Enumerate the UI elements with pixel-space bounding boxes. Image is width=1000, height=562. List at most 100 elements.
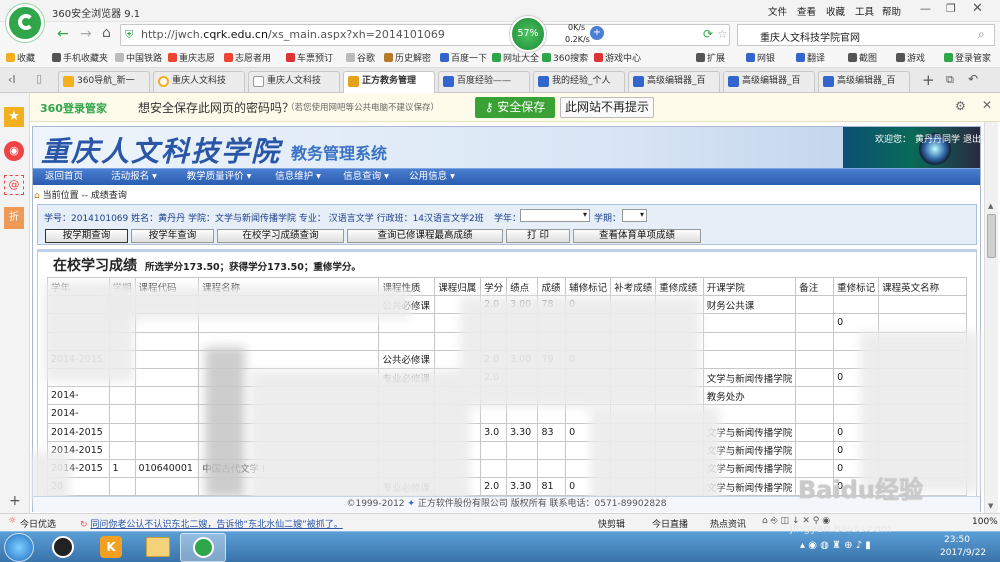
star-icon[interactable]: ☆ bbox=[717, 27, 728, 41]
pe-grades-button[interactable]: 查看体育单项成绩 bbox=[573, 229, 701, 243]
fav-bank[interactable]: 网银 bbox=[746, 51, 775, 64]
fav-item[interactable]: 收藏 bbox=[6, 51, 35, 64]
tab-icon bbox=[348, 76, 359, 87]
forward-icon[interactable]: → bbox=[80, 26, 92, 42]
fav-login-manager[interactable]: 登录管家 bbox=[944, 51, 991, 64]
tab-2[interactable]: 重庆人文科技 bbox=[153, 71, 245, 92]
zoom-level[interactable]: 100% bbox=[972, 517, 998, 527]
query-by-year-button[interactable]: 按学年查询 bbox=[131, 229, 214, 243]
tab-4-active[interactable]: 正方教务管理 bbox=[343, 71, 435, 94]
new-tab-icon[interactable]: + bbox=[922, 71, 935, 89]
settings-gear-icon[interactable]: ⚙ bbox=[955, 99, 966, 113]
tab-5[interactable]: 百度经验—— bbox=[438, 71, 530, 92]
sidebar-add-icon[interactable]: + bbox=[9, 493, 21, 509]
tab-3[interactable]: 重庆人文科技 bbox=[248, 71, 340, 92]
fav-extension[interactable]: 扩展 bbox=[696, 51, 725, 64]
tray-icons[interactable]: ▴ ◉ ◍ ♜ ⊕ ♪ ▮ bbox=[800, 540, 871, 551]
maximize-button[interactable]: ❐ bbox=[946, 2, 956, 15]
refresh-icon[interactable]: ⟳ bbox=[703, 27, 713, 41]
table-cell bbox=[795, 295, 835, 315]
page-scrollbar[interactable]: ▲ ▼ bbox=[984, 122, 998, 514]
discount-icon[interactable]: 折 bbox=[4, 207, 24, 229]
weibo-icon[interactable]: ◉ bbox=[4, 141, 24, 161]
app-k-icon[interactable]: K bbox=[100, 536, 122, 558]
table-cell bbox=[537, 440, 567, 460]
menu-favorites[interactable]: 收藏 bbox=[826, 4, 845, 18]
tab-8[interactable]: 高级编辑器_百 bbox=[723, 71, 815, 92]
fav-item[interactable]: 历史解密 bbox=[384, 51, 431, 64]
daily-picks-label[interactable]: 今日优选 bbox=[20, 517, 56, 530]
never-remind-button[interactable]: 此网站不再提示 bbox=[560, 97, 654, 118]
fav-translate[interactable]: 翻译 bbox=[796, 51, 825, 64]
restore-tab-icon[interactable]: ⧉ bbox=[946, 73, 954, 87]
fav-item[interactable]: 360搜索 bbox=[542, 51, 588, 64]
quick-clip[interactable]: 快剪辑 bbox=[598, 517, 625, 530]
scroll-up-icon[interactable]: ▲ bbox=[988, 202, 993, 210]
tab-6[interactable]: 我的经验_个人 bbox=[533, 71, 625, 92]
menu-view[interactable]: 查看 bbox=[797, 4, 816, 18]
tab-1[interactable]: 360导航_新一 bbox=[58, 71, 150, 92]
menu-file[interactable]: 文件 bbox=[768, 4, 787, 18]
fav-item[interactable]: 游戏中心 bbox=[594, 51, 641, 64]
home-small-icon: ⌂ bbox=[34, 191, 40, 201]
back-icon[interactable]: ← bbox=[57, 26, 69, 42]
query-highest-grades-button[interactable]: 查询已修课程最高成绩 bbox=[347, 229, 503, 243]
fav-item[interactable]: 网址大全 bbox=[492, 51, 539, 64]
nav-teaching-eval[interactable]: 教学质量评价 ▾ bbox=[173, 169, 265, 185]
close-bar-icon[interactable]: ✕ bbox=[982, 98, 992, 112]
fav-item[interactable]: 重庆志愿 bbox=[168, 51, 215, 64]
nav-home[interactable]: 返回首页 bbox=[33, 169, 95, 185]
address-bar[interactable]: ⛨ http://jwch.cqrk.edu.cn/xs_main.aspx?x… bbox=[120, 24, 730, 46]
menu-help[interactable]: 帮助 bbox=[882, 4, 901, 18]
menu-tools[interactable]: 工具 bbox=[855, 4, 874, 18]
fav-item[interactable]: 志愿者用 bbox=[224, 51, 271, 64]
close-window-button[interactable]: ✕ bbox=[972, 1, 983, 16]
today-live[interactable]: 今日直播 bbox=[652, 517, 688, 530]
qq-icon[interactable] bbox=[52, 536, 74, 558]
tab-7[interactable]: 高级编辑器_百 bbox=[628, 71, 720, 92]
search-input[interactable]: 重庆人文科技学院官网 bbox=[760, 29, 860, 44]
table-cell: 1 bbox=[108, 458, 136, 479]
start-button-icon[interactable] bbox=[4, 533, 34, 562]
fav-item[interactable]: 百度一下 bbox=[440, 51, 487, 64]
browser-taskbar-button[interactable] bbox=[180, 533, 226, 562]
logout-link[interactable]: 退出 bbox=[963, 132, 981, 145]
minimize-button[interactable]: — bbox=[920, 2, 931, 15]
speed-widget[interactable]: 57% 0K/s 0.2K/s + bbox=[510, 16, 608, 52]
news-ticker[interactable]: ↻ 同问你老公认不认识东北二嫂，告诉他“东北水仙二嫂”被抓了。 bbox=[80, 517, 343, 530]
secure-save-button[interactable]: ⚷ 安全保存 bbox=[475, 97, 555, 118]
clock-time[interactable]: 23:50 bbox=[944, 535, 970, 545]
favorites-bar: 收藏 手机收藏夹 中国铁路 重庆志愿 志愿者用 车票预订 谷歌 历史解密 百度一… bbox=[0, 48, 1000, 68]
fav-item[interactable]: 车票预订 bbox=[286, 51, 333, 64]
table-cell bbox=[134, 349, 200, 369]
nav-info-maintain[interactable]: 信息维护 ▾ bbox=[265, 169, 331, 185]
term-select[interactable]: ▾ bbox=[622, 209, 647, 222]
nav-activity[interactable]: 活动报名 ▾ bbox=[99, 169, 169, 185]
mail-icon[interactable]: @ bbox=[4, 175, 24, 195]
fav-item[interactable]: 谷歌 bbox=[346, 51, 375, 64]
query-all-grades-button[interactable]: 在校学习成绩查询 bbox=[217, 229, 344, 243]
school-year-select[interactable]: ▾ bbox=[520, 209, 590, 222]
clock-date[interactable]: 2017/9/22 bbox=[940, 548, 986, 558]
tab-9[interactable]: 高级编辑器_百 bbox=[818, 71, 910, 92]
scrollbar-thumb[interactable] bbox=[987, 214, 996, 258]
home-icon[interactable]: ⌂ bbox=[102, 25, 111, 41]
tab-icon bbox=[538, 76, 549, 87]
search-box[interactable]: 重庆人文科技学院官网 ⌕ bbox=[737, 24, 995, 46]
explorer-icon[interactable] bbox=[146, 537, 170, 557]
print-button[interactable]: 打 印 bbox=[506, 229, 570, 243]
tab-scroll-left-icon[interactable]: ‹I bbox=[8, 73, 16, 86]
undo-close-icon[interactable]: ↶ bbox=[968, 72, 978, 86]
fav-screenshot[interactable]: 截图 bbox=[848, 51, 877, 64]
favorites-star-icon[interactable]: ★ bbox=[4, 107, 24, 127]
fav-item[interactable]: 手机收藏夹 bbox=[52, 51, 108, 64]
nav-public-info[interactable]: 公用信息 ▾ bbox=[399, 169, 465, 185]
hot-news[interactable]: 热点资讯 bbox=[710, 517, 746, 530]
column-header: 备注 bbox=[795, 276, 835, 297]
fav-games[interactable]: 游戏 bbox=[896, 51, 925, 64]
fav-item[interactable]: 中国铁路 bbox=[115, 51, 162, 64]
nav-info-query[interactable]: 信息查询 ▾ bbox=[333, 169, 399, 185]
scroll-down-icon[interactable]: ▼ bbox=[988, 502, 993, 510]
search-icon[interactable]: ⌕ bbox=[978, 27, 985, 42]
query-by-term-button[interactable]: 按学期查询 bbox=[45, 229, 128, 243]
